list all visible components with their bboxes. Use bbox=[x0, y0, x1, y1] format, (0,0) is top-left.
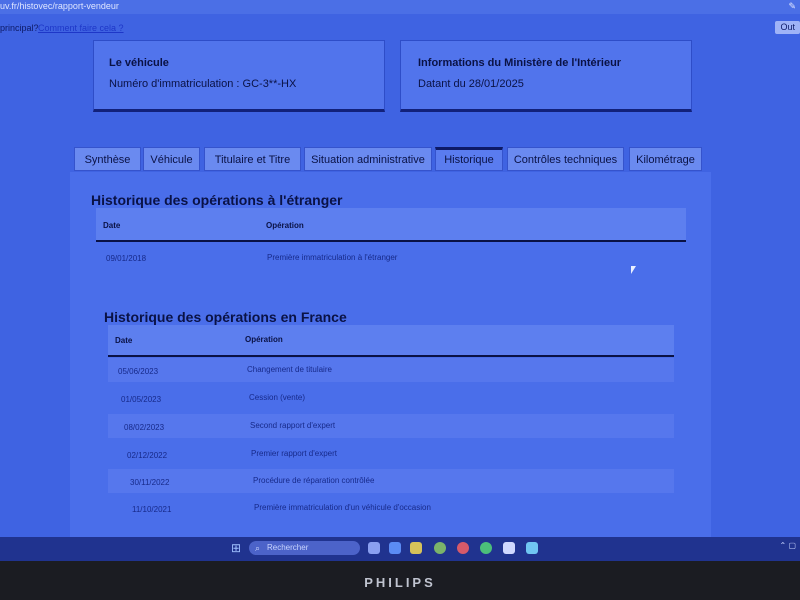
app-icon[interactable] bbox=[503, 542, 515, 554]
france-table-header: Date Opération bbox=[108, 325, 674, 357]
tray-chevron-icon[interactable]: ⌃ ▢ bbox=[780, 541, 796, 550]
tab-controles[interactable]: Contrôles techniques bbox=[507, 147, 624, 171]
search-icon: ⌕ bbox=[255, 543, 261, 553]
taskbar: ⊞ ⌕ Rechercher ⌃ ▢ bbox=[0, 537, 800, 561]
mouse-cursor bbox=[631, 266, 636, 274]
monitor-brand: PHILIPS bbox=[364, 575, 436, 590]
task-view-icon[interactable] bbox=[368, 542, 380, 554]
foreign-col-operation: Opération bbox=[266, 221, 304, 230]
row-operation: Cession (vente) bbox=[249, 393, 306, 402]
france-history-heading: Historique des opérations en France bbox=[104, 309, 347, 325]
spotify-icon[interactable] bbox=[480, 542, 492, 554]
edit-icon[interactable]: ✎ bbox=[788, 0, 796, 12]
search-placeholder: Rechercher bbox=[267, 543, 309, 552]
row-operation: Premier rapport d'expert bbox=[251, 449, 338, 458]
chrome-icon[interactable] bbox=[434, 542, 446, 554]
row-operation: Second rapport d'expert bbox=[250, 421, 336, 430]
table-row: 02/12/2022 Premier rapport d'expert bbox=[108, 442, 674, 466]
tab-historique[interactable]: Historique bbox=[435, 147, 503, 171]
row-operation: Procédure de réparation contrôlée bbox=[253, 476, 375, 485]
ministry-card: Informations du Ministère de l'Intérieur… bbox=[400, 40, 692, 112]
row-date: 01/05/2023 bbox=[121, 395, 162, 404]
row-operation: Première immatriculation d'un véhicule d… bbox=[254, 503, 431, 512]
taskbar-search[interactable]: ⌕ Rechercher bbox=[249, 541, 360, 555]
tab-bar: Synthèse Véhicule Titulaire et Titre Sit… bbox=[74, 147, 714, 173]
registration-number: Numéro d'immatriculation : GC-3**-HX bbox=[109, 78, 297, 90]
vehicle-card-title: Le véhicule bbox=[109, 57, 169, 69]
tab-kilometrage[interactable]: Kilométrage bbox=[629, 147, 702, 171]
store-icon[interactable] bbox=[526, 542, 538, 554]
url-text[interactable]: uv.fr/histovec/rapport-vendeur bbox=[0, 0, 119, 12]
windows-start-icon[interactable]: ⊞ bbox=[231, 542, 243, 554]
row-date: 09/01/2018 bbox=[106, 254, 147, 263]
row-date: 08/02/2023 bbox=[124, 423, 165, 432]
row-date: 02/12/2022 bbox=[127, 451, 168, 460]
file-explorer-icon[interactable] bbox=[410, 542, 422, 554]
row-date: 11/10/2021 bbox=[132, 505, 172, 514]
foreign-history-heading: Historique des opérations à l'étranger bbox=[91, 192, 343, 208]
opera-icon[interactable] bbox=[457, 542, 469, 554]
tab-titulaire[interactable]: Titulaire et Titre bbox=[204, 147, 301, 171]
tab-synthese[interactable]: Synthèse bbox=[74, 147, 141, 171]
table-row: 01/05/2023 Cession (vente) bbox=[108, 386, 674, 410]
row-date: 30/11/2022 bbox=[130, 478, 170, 487]
row-date: 05/06/2023 bbox=[118, 367, 159, 376]
bookmark-principal[interactable]: principal? bbox=[0, 18, 39, 38]
foreign-table-header: Date Opération bbox=[96, 208, 686, 242]
history-panel: Historique des opérations à l'étranger D… bbox=[70, 172, 711, 542]
address-bar[interactable]: uv.fr/histovec/rapport-vendeur ✎ bbox=[0, 0, 800, 14]
tab-vehicule[interactable]: Véhicule bbox=[143, 147, 200, 171]
bookmark-comment-faire[interactable]: Comment faire cela ? bbox=[38, 18, 124, 38]
out-button[interactable]: Out bbox=[775, 21, 800, 34]
table-row: 05/06/2023 Changement de titulaire bbox=[108, 358, 674, 382]
france-col-operation: Opération bbox=[245, 335, 283, 344]
table-row: 11/10/2021 Première immatriculation d'un… bbox=[108, 496, 674, 520]
table-row: 09/01/2018 Première immatriculation à l'… bbox=[96, 242, 686, 272]
france-col-date: Date bbox=[115, 336, 133, 345]
foreign-col-date: Date bbox=[103, 221, 121, 230]
table-row: 08/02/2023 Second rapport d'expert bbox=[108, 414, 674, 438]
bookmarks-bar: principal? Comment faire cela ? Out bbox=[0, 18, 800, 38]
table-row: 30/11/2022 Procédure de réparation contr… bbox=[108, 469, 674, 493]
ministry-card-title: Informations du Ministère de l'Intérieur bbox=[418, 57, 622, 69]
widgets-icon[interactable] bbox=[389, 542, 401, 554]
row-operation: Changement de titulaire bbox=[247, 365, 332, 374]
row-operation: Première immatriculation à l'étranger bbox=[267, 253, 398, 262]
vehicle-card: Le véhicule Numéro d'immatriculation : G… bbox=[93, 40, 385, 112]
tab-situation[interactable]: Situation administrative bbox=[304, 147, 432, 171]
ministry-date: Datant du 28/01/2025 bbox=[418, 78, 524, 90]
